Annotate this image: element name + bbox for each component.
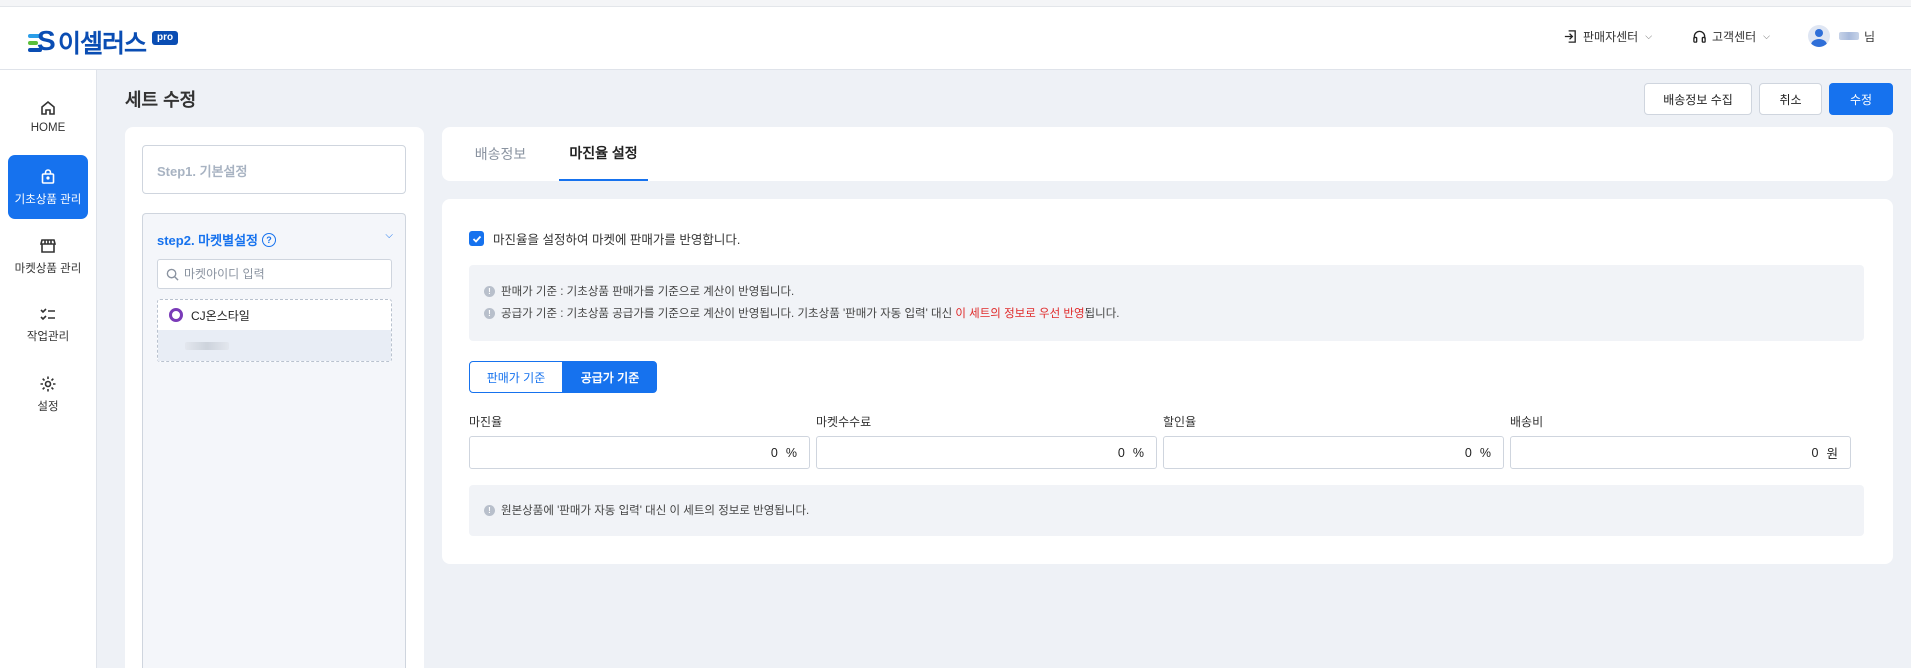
- info-icon: !: [484, 285, 495, 297]
- chevron-down-icon: ⌵: [1763, 31, 1770, 41]
- customer-center-label: 고객센터: [1712, 30, 1757, 44]
- tab-margin-settings[interactable]: 마진율 설정: [559, 127, 648, 181]
- market-account-redacted: [185, 341, 229, 350]
- basis-toggle: 판매가 기준 공급가 기준: [469, 361, 657, 393]
- headset-icon: [1693, 30, 1706, 43]
- step2-title[interactable]: step2. 마켓별설정 ?: [157, 230, 276, 249]
- info-line-sale: ! 판매가 기준 : 기초상품 판매가를 기준으로 계산이 반영됩니다.: [469, 280, 1864, 302]
- sidebar-item-label: 기초상품 관리: [14, 193, 82, 206]
- help-icon[interactable]: ?: [261, 232, 276, 247]
- tab-bar: 배송정보 마진율 설정: [442, 127, 1893, 181]
- home-icon: [41, 100, 55, 115]
- field-label: 마진율: [469, 415, 503, 429]
- customer-center-menu[interactable]: 고객센터 ⌵: [1692, 28, 1770, 45]
- market-fee-field: 마켓수수료 0 %: [816, 413, 1157, 469]
- store-icon: [39, 238, 57, 253]
- discount-rate-input[interactable]: 0 %: [1163, 436, 1504, 469]
- cj-onstyle-logo-icon: [169, 308, 183, 322]
- field-value: 0: [1811, 445, 1819, 460]
- user-menu[interactable]: 님: [1808, 25, 1875, 47]
- sidebar-item-settings[interactable]: 설정: [8, 362, 88, 426]
- list-item[interactable]: [158, 330, 391, 361]
- field-value: 0: [1117, 445, 1125, 460]
- logo-mark-icon: S: [28, 26, 56, 56]
- user-name-redacted: [1839, 32, 1859, 40]
- apply-margin-checkbox[interactable]: [469, 231, 484, 246]
- basis-sale-button[interactable]: 판매가 기준: [469, 361, 563, 393]
- user-suffix: 님: [1864, 29, 1876, 44]
- logo[interactable]: S 이셀러스 pro: [28, 24, 179, 60]
- sidebar-item-label: 설정: [37, 400, 59, 413]
- info-icon: !: [484, 504, 495, 516]
- shipping-fee-field: 배송비 0 원: [1510, 413, 1851, 469]
- field-unit: %: [1132, 445, 1144, 460]
- top-header: S 이셀러스 pro 판매자센터 ⌵ 고객센터 ⌵ 님: [0, 0, 1911, 70]
- sidebar-item-home[interactable]: HOME: [8, 84, 88, 148]
- info-supply-part1: 공급가 기준 : 기초상품 공급가를 기준으로 계산이 반영됩니다. 기초상품 …: [501, 308, 956, 320]
- basis-supply-button[interactable]: 공급가 기준: [563, 361, 657, 393]
- list-item[interactable]: CJ온스타일: [158, 300, 391, 330]
- market-fee-input[interactable]: 0 %: [816, 436, 1157, 469]
- apply-margin-label: 마진율을 설정하여 마켓에 판매가를 반영합니다.: [493, 233, 741, 247]
- note-box: ! 원본상품에 '판매가 자동 입력' 대신 이 세트의 정보로 반영됩니다.: [469, 485, 1864, 536]
- field-label: 마켓수수료: [816, 415, 872, 429]
- market-name: CJ온스타일: [191, 308, 250, 323]
- avatar: [1808, 25, 1830, 47]
- step1-basic-settings[interactable]: Step1. 기본설정: [142, 145, 406, 194]
- sidebar-item-label: 마켓상품 관리: [14, 262, 82, 275]
- logo-pro-badge: pro: [152, 31, 179, 45]
- step-panel: Step1. 기본설정 step2. 마켓별설정 ? ⌵ CJ온스타일: [125, 127, 424, 668]
- field-unit: %: [1479, 445, 1491, 460]
- note-line: ! 원본상품에 '판매가 자동 입력' 대신 이 세트의 정보로 반영됩니다.: [469, 499, 1864, 521]
- info-icon: !: [484, 307, 495, 319]
- sign-in-icon: [1564, 30, 1576, 43]
- collect-shipping-button[interactable]: 배송정보 수집: [1644, 83, 1752, 115]
- discount-rate-field: 할인율 0 %: [1163, 413, 1504, 469]
- margin-rate-field: 마진율 0 %: [469, 413, 810, 469]
- seller-center-label: 판매자센터: [1583, 30, 1639, 44]
- sidebar-item-label: HOME: [30, 121, 66, 134]
- apply-margin-checkbox-row[interactable]: 마진율을 설정하여 마켓에 판매가를 반영합니다.: [469, 229, 740, 248]
- gear-icon: [40, 376, 56, 391]
- checklist-icon: [40, 307, 55, 320]
- step2-label: step2. 마켓별설정: [157, 233, 258, 248]
- field-value: 0: [1464, 445, 1472, 460]
- field-label: 할인율: [1163, 415, 1197, 429]
- save-button[interactable]: 수정: [1829, 83, 1893, 115]
- chevron-down-icon[interactable]: ⌵: [385, 230, 393, 241]
- sidebar: HOME 기초상품 관리 마켓상품 관리 작업관리 설정: [0, 70, 97, 668]
- seller-center-menu[interactable]: 판매자센터 ⌵: [1563, 28, 1652, 45]
- sidebar-item-label: 작업관리: [26, 330, 70, 343]
- check-icon: [472, 235, 481, 243]
- field-unit: 원: [1826, 447, 1838, 461]
- sidebar-item-tasks[interactable]: 작업관리: [8, 292, 88, 356]
- step2-market-settings: step2. 마켓별설정 ? ⌵ CJ온스타일: [142, 213, 406, 668]
- market-search: [157, 259, 392, 289]
- info-sale-text: 판매가 기준 : 기초상품 판매가를 기준으로 계산이 반영됩니다.: [501, 286, 795, 298]
- note-text: 원본상품에 '판매가 자동 입력' 대신 이 세트의 정보로 반영됩니다.: [501, 505, 810, 517]
- page-title: 세트 수정: [125, 90, 197, 110]
- search-icon: [166, 268, 179, 281]
- info-supply-highlight: 이 세트의 정보로 우선 반영: [955, 308, 1085, 320]
- info-supply-text: 공급가 기준 : 기초상품 공급가를 기준으로 계산이 반영됩니다. 기초상품 …: [501, 305, 1119, 321]
- cancel-button[interactable]: 취소: [1759, 83, 1822, 115]
- sidebar-item-base-products[interactable]: 기초상품 관리: [8, 155, 88, 219]
- field-value: 0: [770, 445, 778, 460]
- field-label: 배송비: [1510, 415, 1544, 429]
- sidebar-item-market-products[interactable]: 마켓상품 관리: [8, 224, 88, 288]
- shopping-bag-icon: [41, 168, 55, 184]
- info-line-supply: ! 공급가 기준 : 기초상품 공급가를 기준으로 계산이 반영됩니다. 기초상…: [469, 302, 1864, 324]
- logo-text: 이셀러스: [58, 30, 147, 58]
- margin-rate-input[interactable]: 0 %: [469, 436, 810, 469]
- chevron-down-icon: ⌵: [1645, 31, 1653, 41]
- basis-info-box: ! 판매가 기준 : 기초상품 판매가를 기준으로 계산이 반영됩니다. ! 공…: [469, 265, 1864, 341]
- tab-shipping-info[interactable]: 배송정보: [470, 127, 531, 181]
- market-list: CJ온스타일: [157, 299, 392, 362]
- shipping-fee-input[interactable]: 0 원: [1510, 436, 1851, 469]
- margin-settings-card: 마진율을 설정하여 마켓에 판매가를 반영합니다. ! 판매가 기준 : 기초상…: [442, 199, 1893, 564]
- market-id-search-input[interactable]: [184, 267, 384, 281]
- field-unit: %: [785, 445, 797, 460]
- info-supply-part2: 됩니다.: [1084, 308, 1120, 320]
